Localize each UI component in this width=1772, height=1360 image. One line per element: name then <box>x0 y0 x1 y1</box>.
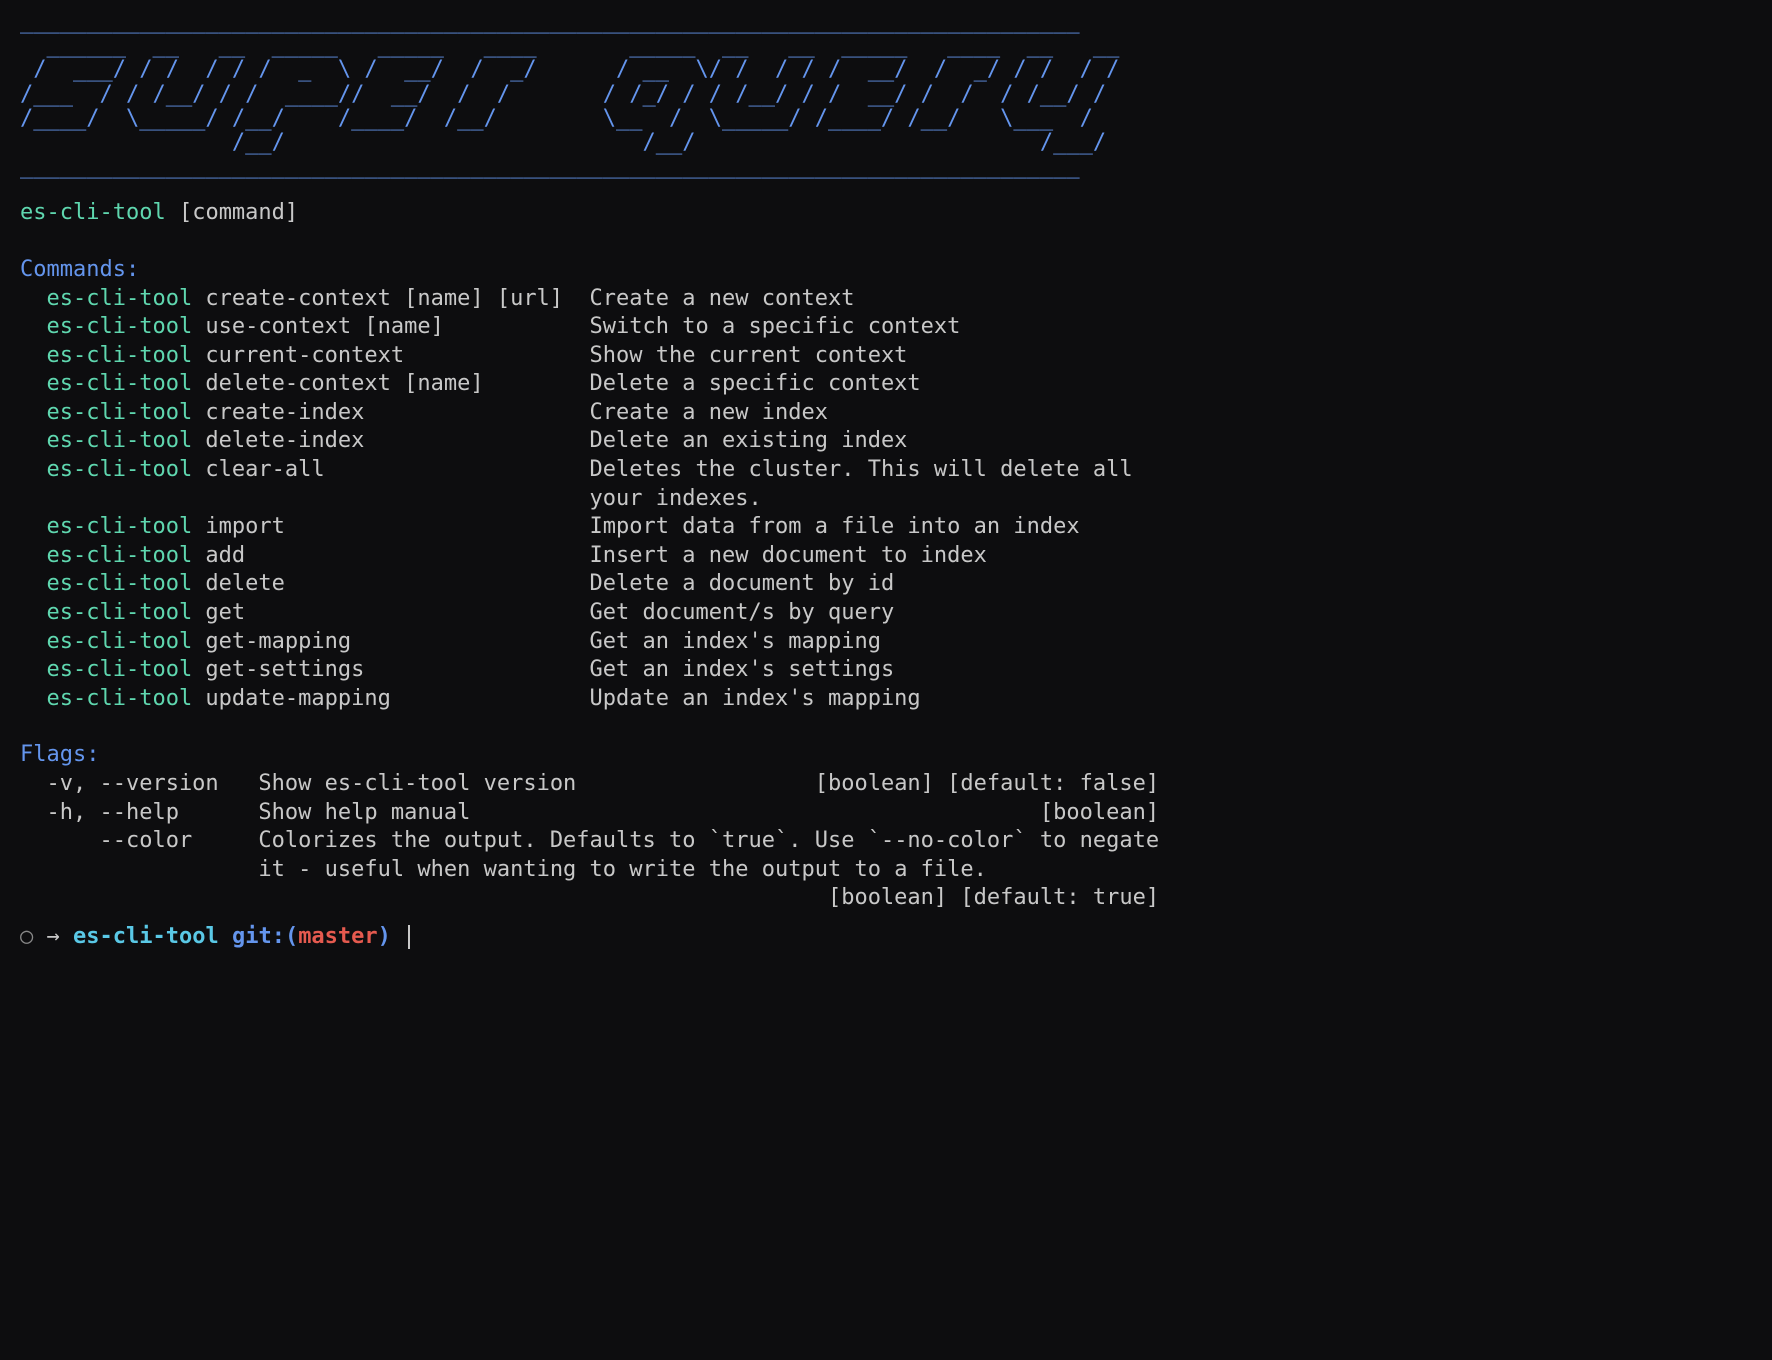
command-name: update-mapping <box>192 686 589 711</box>
command-desc: Delete an existing index <box>590 428 908 453</box>
command-tool: es-cli-tool <box>20 371 192 396</box>
command-tool: es-cli-tool <box>20 400 192 425</box>
ascii-art-banner: ________________________________________… <box>20 10 1752 179</box>
command-desc: Get document/s by query <box>590 600 895 625</box>
command-row: es-cli-tool clear-all Deletes the cluste… <box>20 456 1752 485</box>
flags-label: Flags: <box>20 741 1752 770</box>
flags-section: Flags: -v, --version Show es-cli-tool ve… <box>20 741 1752 913</box>
command-row: es-cli-tool delete Delete a document by … <box>20 570 1752 599</box>
flag-row: --color Colorizes the output. Defaults t… <box>20 827 1752 856</box>
command-row: your indexes. <box>20 485 1752 514</box>
usage-line: es-cli-tool [command] <box>20 199 1752 228</box>
shell-prompt[interactable]: ○ → es-cli-tool git:(master) <box>20 923 1752 952</box>
command-row: es-cli-tool import Import data from a fi… <box>20 513 1752 542</box>
command-row: es-cli-tool use-context [name] Switch to… <box>20 313 1752 342</box>
tool-name: es-cli-tool <box>20 200 166 225</box>
command-row: es-cli-tool current-context Show the cur… <box>20 342 1752 371</box>
command-name: delete-index <box>192 428 589 453</box>
command-name: current-context <box>192 343 589 368</box>
command-tool: es-cli-tool <box>20 571 192 596</box>
command-row: es-cli-tool get Get document/s by query <box>20 599 1752 628</box>
command-row: es-cli-tool delete-context [name] Delete… <box>20 370 1752 399</box>
command-tool: es-cli-tool <box>20 314 192 339</box>
command-name: use-context [name] <box>192 314 589 339</box>
command-name: create-index <box>192 400 589 425</box>
command-desc: Create a new index <box>590 400 828 425</box>
prompt-git-branch: master <box>298 924 377 949</box>
flag-meta: [boolean] <box>1040 800 1159 825</box>
command-name: get-mapping <box>192 629 589 654</box>
command-tool: es-cli-tool <box>20 600 192 625</box>
command-desc: Show the current context <box>590 343 908 368</box>
command-desc: Delete a specific context <box>590 371 921 396</box>
command-row: es-cli-tool update-mapping Update an ind… <box>20 685 1752 714</box>
prompt-paren-open: ( <box>285 924 298 949</box>
command-row: es-cli-tool add Insert a new document to… <box>20 542 1752 571</box>
cursor-icon <box>408 925 410 949</box>
command-name: import <box>192 514 589 539</box>
command-row: es-cli-tool create-context [name] [url] … <box>20 285 1752 314</box>
flags-list: -v, --version Show es-cli-tool version [… <box>20 770 1752 913</box>
flag-name: -v, --version <box>20 771 258 796</box>
command-tool: es-cli-tool <box>20 543 192 568</box>
command-desc: Update an index's mapping <box>590 686 921 711</box>
flag-row: -h, --help Show help manual [boolean] <box>20 799 1752 828</box>
command-tool: es-cli-tool <box>20 657 192 682</box>
command-row: es-cli-tool create-index Create a new in… <box>20 399 1752 428</box>
flag-desc: Show es-cli-tool version <box>258 771 814 796</box>
command-desc: Deletes the cluster. This will delete al… <box>590 457 1133 482</box>
command-tool: es-cli-tool <box>20 686 192 711</box>
prompt-arrow-icon: → <box>47 924 60 949</box>
command-name: clear-all <box>192 457 589 482</box>
prompt-paren-close: ) <box>378 924 391 949</box>
command-row: es-cli-tool get-settings Get an index's … <box>20 656 1752 685</box>
flag-desc: Show help manual <box>258 800 1039 825</box>
usage-arg: [command] <box>179 200 298 225</box>
command-desc: Switch to a specific context <box>590 314 961 339</box>
command-name: delete <box>192 571 589 596</box>
flag-desc: it - useful when wanting to write the ou… <box>258 857 986 882</box>
command-tool: es-cli-tool <box>20 286 192 311</box>
command-tool: es-cli-tool <box>20 343 192 368</box>
command-tool: es-cli-tool <box>20 457 192 482</box>
command-row: es-cli-tool get-mapping Get an index's m… <box>20 628 1752 657</box>
command-tool: es-cli-tool <box>20 629 192 654</box>
prompt-git-label: git: <box>232 924 285 949</box>
command-row: es-cli-tool delete-index Delete an exist… <box>20 427 1752 456</box>
command-desc-cont: your indexes. <box>590 486 762 511</box>
command-desc: Delete a document by id <box>590 571 895 596</box>
flag-name: -h, --help <box>20 800 258 825</box>
command-desc: Create a new context <box>590 286 855 311</box>
command-name: add <box>192 543 589 568</box>
command-tool: es-cli-tool <box>20 514 192 539</box>
flag-meta: [boolean] [default: true] <box>828 885 1159 910</box>
commands-section: Commands: es-cli-tool create-context [na… <box>20 256 1752 714</box>
command-name: get <box>192 600 589 625</box>
command-tool: es-cli-tool <box>20 428 192 453</box>
prompt-status-icon: ○ <box>20 924 33 949</box>
flag-name: --color <box>20 828 258 853</box>
commands-label: Commands: <box>20 256 1752 285</box>
prompt-directory: es-cli-tool <box>73 924 219 949</box>
command-desc: Insert a new document to index <box>590 543 987 568</box>
command-name: get-settings <box>192 657 589 682</box>
flag-desc: Colorizes the output. Defaults to `true`… <box>258 828 1159 853</box>
command-desc: Import data from a file into an index <box>590 514 1080 539</box>
flag-meta: [boolean] [default: false] <box>815 771 1159 796</box>
command-name: delete-context [name] <box>192 371 589 396</box>
commands-list: es-cli-tool create-context [name] [url] … <box>20 285 1752 714</box>
flag-meta-row: [boolean] [default: true] <box>20 884 1752 913</box>
flag-row: it - useful when wanting to write the ou… <box>20 856 1752 885</box>
command-desc: Get an index's settings <box>590 657 895 682</box>
command-desc: Get an index's mapping <box>590 629 881 654</box>
command-name: create-context [name] [url] <box>192 286 589 311</box>
flag-row: -v, --version Show es-cli-tool version [… <box>20 770 1752 799</box>
